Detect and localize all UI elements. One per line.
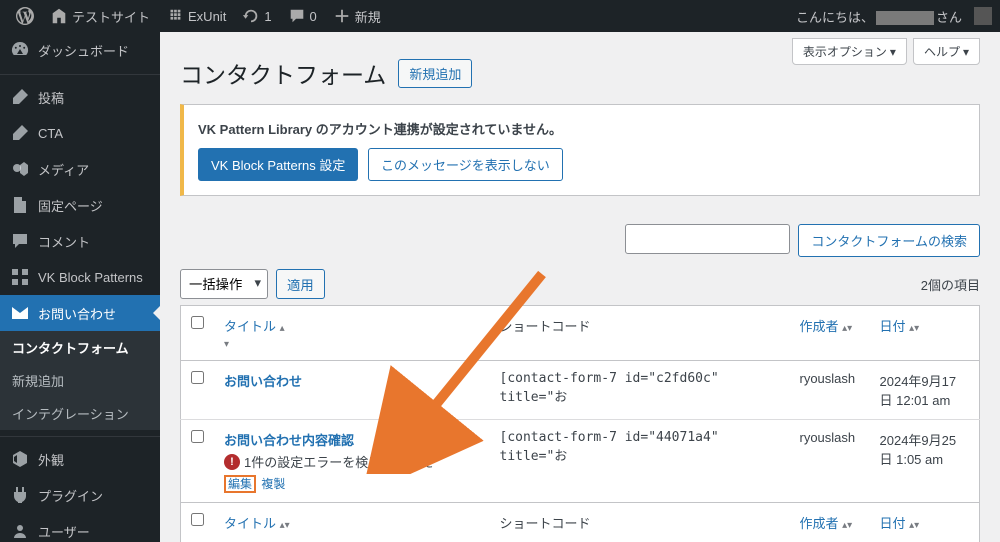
chevron-down-icon: ▾ [963,45,969,59]
menu-cta[interactable]: CTA [0,115,160,151]
shortcode-cell: [contact-form-7 id="c2fd60c" title="お [490,361,790,420]
select-all-checkbox[interactable] [191,513,204,526]
form-title-link[interactable]: お問い合わせ [224,374,302,389]
col-shortcode: ショートコード [500,319,591,334]
comments-count: 0 [310,9,317,24]
site-name[interactable]: テストサイト [42,0,158,32]
submenu-add-new[interactable]: 新規追加 [0,364,160,397]
menu-contact[interactable]: お問い合わせ [0,295,160,331]
new-label: 新規 [355,7,381,26]
col-title[interactable]: タイトル ▴▾ [224,516,290,531]
submenu-contact-forms[interactable]: コンタクトフォーム [0,331,160,364]
menu-dashboard[interactable]: ダッシュボード [0,32,160,68]
apply-button[interactable]: 適用 [276,269,325,299]
page-title: コンタクトフォーム [180,56,386,90]
help-button[interactable]: ヘルプ ▾ [913,38,980,65]
main-content: 表示オプション ▾ ヘルプ ▾ コンタクトフォーム 新規追加 VK Patter… [160,32,1000,542]
submenu-integration[interactable]: インテグレーション [0,397,160,430]
row-checkbox[interactable] [191,430,204,443]
notice-warning: VK Pattern Library のアカウント連携が設定されていません。 V… [180,104,980,196]
chevron-down-icon: ▾ [890,45,896,59]
table-row: お問い合わせ [contact-form-7 id="c2fd60c" titl… [181,361,980,420]
error-icon: ! [224,454,240,470]
author-cell: ryouslash [790,361,870,420]
sort-icon: ▴▾ [909,323,919,334]
forms-table: タイトル ▴▾ ショートコード 作成者 ▴▾ 日付 ▴▾ お問い合わせ [con… [180,305,980,542]
notice-text: VK Pattern Library のアカウント連携が設定されていません。 [198,119,965,138]
menu-appearance[interactable]: 外観 [0,441,160,477]
admin-menu: ダッシュボード 投稿 CTA メディア 固定ページ コメント VK Block … [0,32,160,542]
shortcode-cell: [contact-form-7 id="44071a4" title="お [490,420,790,503]
date-cell: 2024年9月25日 1:05 am [870,420,980,503]
bulk-action-select[interactable]: 一括操作 [180,269,268,299]
avatar[interactable] [974,7,992,25]
col-date[interactable]: 日付 ▴▾ [880,516,920,531]
menu-comments[interactable]: コメント [0,223,160,259]
new-link[interactable]: 新規 [325,0,389,32]
comments-link[interactable]: 0 [280,0,325,32]
menu-plugins[interactable]: プラグイン [0,477,160,513]
form-title-link[interactable]: お問い合わせ内容確認 [224,433,354,448]
col-date[interactable]: 日付 ▴▾ [880,319,920,334]
col-shortcode: ショートコード [500,516,591,531]
menu-pages[interactable]: 固定ページ [0,187,160,223]
date-cell: 2024年9月17日 12:01 am [870,361,980,420]
vk-settings-button[interactable]: VK Block Patterns 設定 [198,148,358,181]
row-checkbox[interactable] [191,371,204,384]
menu-vk-patterns[interactable]: VK Block Patterns [0,259,160,295]
config-error: !1件の設定エラーを検出しました [224,452,480,471]
menu-posts[interactable]: 投稿 [0,79,160,115]
col-author[interactable]: 作成者 ▴▾ [800,516,853,531]
hide-message-button[interactable]: このメッセージを表示しない [368,148,563,181]
select-all-checkbox[interactable] [191,316,204,329]
table-row: お問い合わせ内容確認 !1件の設定エラーを検出しました 編集 複製 [conta… [181,420,980,503]
col-author[interactable]: 作成者 ▴▾ [800,319,853,334]
exunit-link[interactable]: ExUnit [158,0,234,32]
greeting[interactable]: こんにちは、さん [790,7,968,26]
search-input[interactable] [625,224,790,254]
duplicate-link[interactable]: 複製 [259,477,287,491]
wp-logo[interactable] [8,0,42,32]
admin-bar: テストサイト ExUnit 1 0 新規 こんにちは、さん [0,0,1000,32]
item-count: 2個の項目 [921,275,980,294]
username-redacted [876,11,934,25]
updates-link[interactable]: 1 [234,0,279,32]
menu-media[interactable]: メディア [0,151,160,187]
screen-options-button[interactable]: 表示オプション ▾ [792,38,907,65]
sort-icon: ▴▾ [842,323,852,334]
author-cell: ryouslash [790,420,870,503]
menu-users[interactable]: ユーザー [0,513,160,542]
edit-link[interactable]: 編集 [224,475,256,493]
updates-count: 1 [264,9,271,24]
site-name-label: テストサイト [72,7,150,26]
exunit-label: ExUnit [188,9,226,24]
col-title[interactable]: タイトル ▴▾ [224,319,285,350]
search-button[interactable]: コンタクトフォームの検索 [798,224,980,257]
add-new-button[interactable]: 新規追加 [398,59,472,88]
